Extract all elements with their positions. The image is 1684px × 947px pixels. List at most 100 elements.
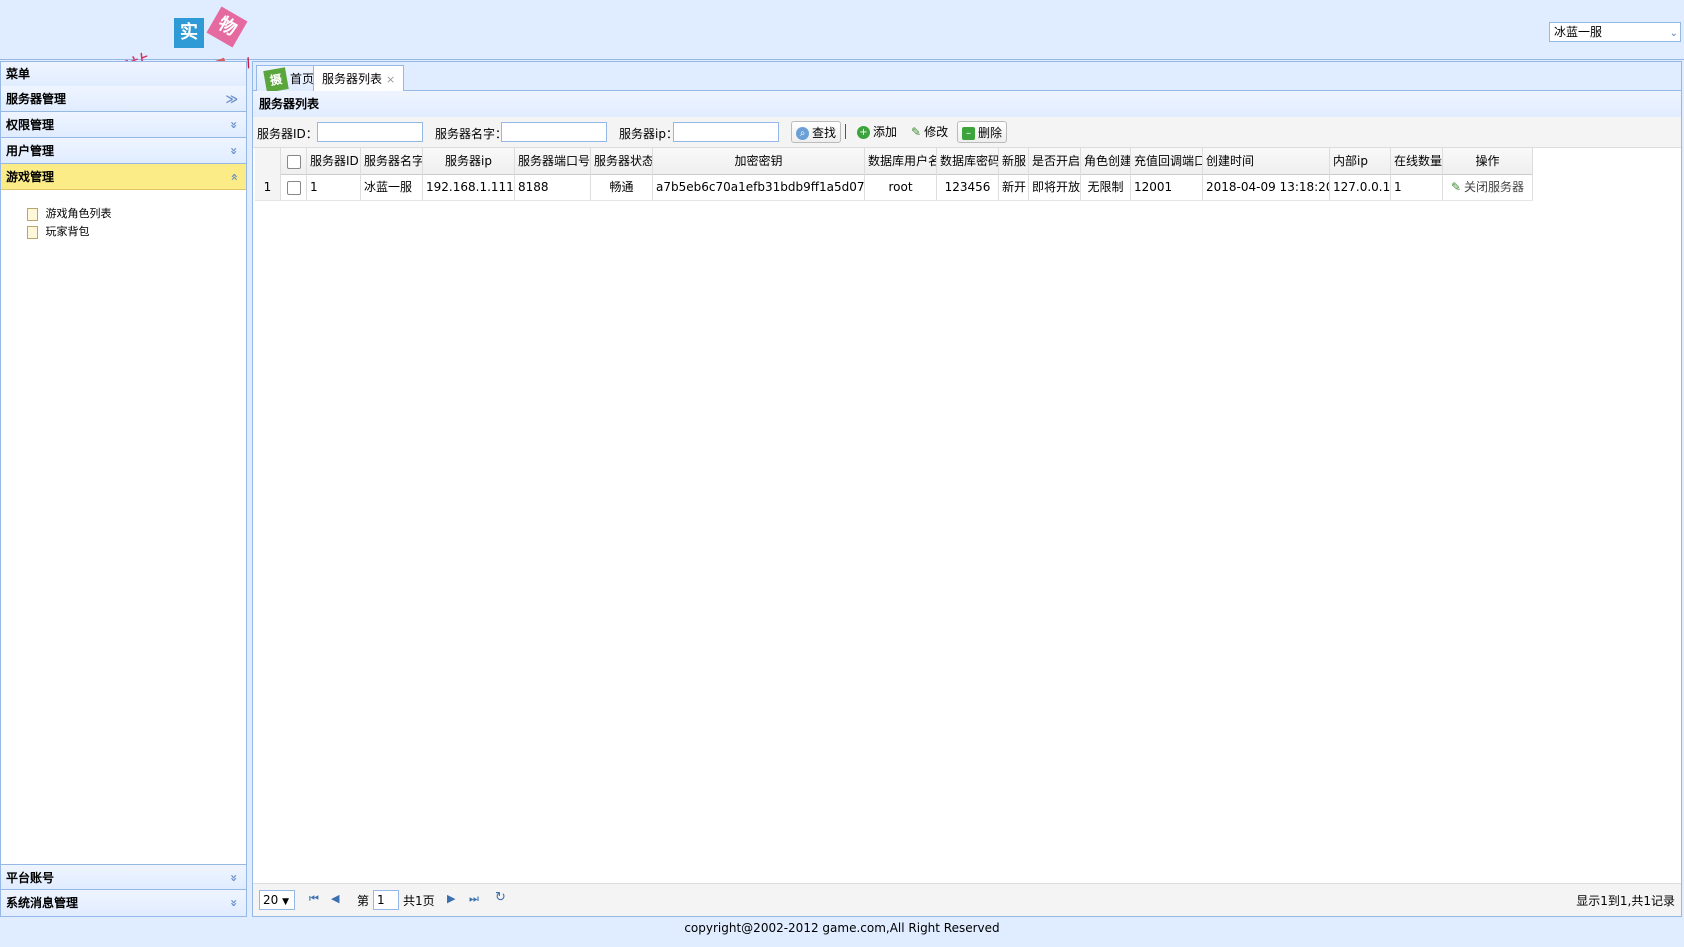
plus-icon: +: [857, 126, 870, 139]
column-header[interactable]: 服务器ip: [423, 148, 515, 174]
panel-title: 服务器列表: [253, 91, 1681, 118]
cell-online-count: 1: [1391, 174, 1443, 200]
next-page-icon[interactable]: ▶: [447, 892, 455, 905]
search-button[interactable]: ⌕ 查找: [791, 121, 842, 143]
checkbox-icon: [286, 154, 301, 169]
column-header[interactable]: 创建时间: [1203, 148, 1330, 174]
chevron-double-down-icon: »: [227, 899, 242, 907]
column-header[interactable]: 加密密钥: [653, 148, 865, 174]
row-checkbox[interactable]: [281, 174, 307, 200]
page-number-input[interactable]: 1: [373, 890, 399, 910]
first-page-icon[interactable]: ⏮: [309, 892, 319, 906]
edit-button-label: 修改: [924, 125, 949, 139]
toolbar-separator: [845, 124, 846, 139]
page-prefix: 第: [357, 894, 370, 908]
sidebar-item-user-management[interactable]: 用户管理 »: [1, 138, 246, 164]
row-number: 1: [255, 174, 281, 200]
search-button-label: 查找: [812, 126, 837, 140]
sidebar-item-label: 系统消息管理: [6, 896, 79, 910]
column-header[interactable]: 是否开启: [1029, 148, 1081, 174]
cell-role-creation: 无限制: [1081, 174, 1131, 200]
sidebar-subitem-player-bag[interactable]: 玩家背包: [27, 223, 90, 241]
column-header[interactable]: 新服: [999, 148, 1029, 174]
server-select[interactable]: 冰蓝一服 ⌄: [1549, 22, 1681, 42]
column-header[interactable]: 服务器ID: [307, 148, 361, 174]
checkbox-icon: [286, 180, 301, 195]
server-list-panel: 服务器列表 服务器ID： 服务器名字： 服务器ip： ⌕ 查找 + 添加 ✎ 修改 –…: [252, 91, 1682, 917]
server-id-input[interactable]: [317, 122, 423, 142]
row-number-header: [255, 148, 281, 174]
toolbar: 服务器ID： 服务器名字： 服务器ip： ⌕ 查找 + 添加 ✎ 修改 – 删除: [253, 117, 1681, 148]
delete-button[interactable]: – 删除: [957, 121, 1008, 143]
server-ip-input[interactable]: [673, 122, 779, 142]
chevron-double-down-icon: ≫: [225, 92, 238, 106]
last-page-icon[interactable]: ⏭: [469, 892, 479, 906]
sidebar-item-platform-account[interactable]: 平台账号 »: [1, 864, 246, 890]
column-header[interactable]: 角色创建: [1081, 148, 1131, 174]
sidebar-item-label: 权限管理: [6, 118, 55, 132]
refresh-icon[interactable]: ↻: [495, 890, 506, 905]
server-id-label: 服务器ID：: [257, 127, 318, 141]
chevron-double-down-icon: »: [227, 874, 242, 882]
column-header[interactable]: 内部ip: [1330, 148, 1391, 174]
tab-server-list[interactable]: 服务器列表 ×: [313, 65, 405, 91]
page-number-value: 1: [377, 893, 385, 907]
add-button-label: 添加: [873, 125, 898, 139]
sidebar-item-game-management[interactable]: 游戏管理 »: [1, 164, 246, 190]
sidebar-subitem-game-roles[interactable]: 游戏角色列表: [27, 205, 112, 223]
cell-server-name: 冰蓝一服: [361, 174, 423, 200]
cell-is-open: 即将开放: [1029, 174, 1081, 200]
cell-new-server: 新开: [999, 174, 1029, 200]
select-all-checkbox[interactable]: [281, 148, 307, 174]
chevron-double-down-icon: »: [227, 147, 242, 155]
page-size-value: 20: [263, 893, 279, 907]
column-header[interactable]: 服务器状态: [591, 148, 653, 174]
footer-copyright: copyright@2002-2012 game.com,All Right R…: [0, 917, 1684, 947]
column-header[interactable]: 操作: [1443, 148, 1533, 174]
column-header[interactable]: 在线数量: [1391, 148, 1443, 174]
caret-down-icon: ▼: [282, 897, 290, 907]
cell-server-status: 畅通: [591, 174, 653, 200]
edit-button[interactable]: ✎ 修改: [907, 121, 952, 143]
cell-db-password: 123456: [937, 174, 999, 200]
tab-label: 首页: [290, 72, 315, 86]
grid-header: 服务器ID 服务器名字 服务器ip 服务器端口号 服务器状态 加密密钥 数据库用…: [255, 148, 1533, 175]
sidebar-subitem-label: 游戏角色列表: [45, 207, 112, 220]
cell-encryption-key: a7b5eb6c70a1efb31bdb9ff1a5d07cec: [653, 174, 865, 200]
search-icon: ⌕: [796, 127, 809, 140]
sidebar-item-server-management[interactable]: 服务器管理 ≫: [1, 86, 246, 112]
tab-label: 服务器列表: [322, 72, 383, 86]
server-name-label: 服务器名字：: [435, 127, 508, 141]
close-server-label: 关闭服务器: [1464, 180, 1525, 194]
sidebar-subitem-label: 玩家背包: [45, 225, 90, 238]
page-size-select[interactable]: 20 ▼: [259, 890, 295, 910]
server-select-value: 冰蓝一服: [1554, 25, 1603, 39]
column-header[interactable]: 充值回调端口: [1131, 148, 1203, 174]
sidebar-item-label: 用户管理: [6, 144, 55, 158]
pager-info: 显示1到1,共1记录: [1576, 894, 1675, 908]
sidebar-title: 菜单: [1, 62, 246, 87]
close-server-button[interactable]: ✎ 关闭服务器: [1443, 174, 1533, 200]
file-icon: [27, 207, 38, 221]
sidebar-item-permission-management[interactable]: 权限管理 »: [1, 112, 246, 138]
cell-server-id: 1: [307, 174, 361, 200]
page-total: 共1页: [403, 894, 435, 908]
pagination-bar: 20 ▼ ⏮ ◀ 第 1 共1页 ▶ ⏭ ↻ 显示1到1,共1记录: [253, 883, 1681, 916]
column-header[interactable]: 数据库用户名: [865, 148, 937, 174]
sidebar-item-system-message[interactable]: 系统消息管理 »: [1, 890, 246, 916]
server-name-input[interactable]: [501, 122, 607, 142]
table-row[interactable]: 1 1 冰蓝一服 192.168.1.111 8188 畅通 a7b5eb6c7…: [255, 174, 1533, 201]
column-header[interactable]: 服务器端口号: [515, 148, 591, 174]
cell-db-user: root: [865, 174, 937, 200]
close-icon[interactable]: ×: [386, 73, 395, 86]
column-header[interactable]: 服务器名字: [361, 148, 423, 174]
cell-server-port: 8188: [515, 174, 591, 200]
column-header[interactable]: 数据库密码: [937, 148, 999, 174]
pencil-icon: ✎: [911, 125, 922, 139]
delete-button-label: 删除: [978, 126, 1003, 140]
watermark-badge: 摄: [263, 66, 289, 93]
sidebar-item-label: 平台账号: [6, 871, 55, 885]
add-button[interactable]: + 添加: [853, 121, 901, 143]
chevron-down-icon: ⌄: [1669, 28, 1678, 39]
prev-page-icon[interactable]: ◀: [331, 892, 339, 905]
